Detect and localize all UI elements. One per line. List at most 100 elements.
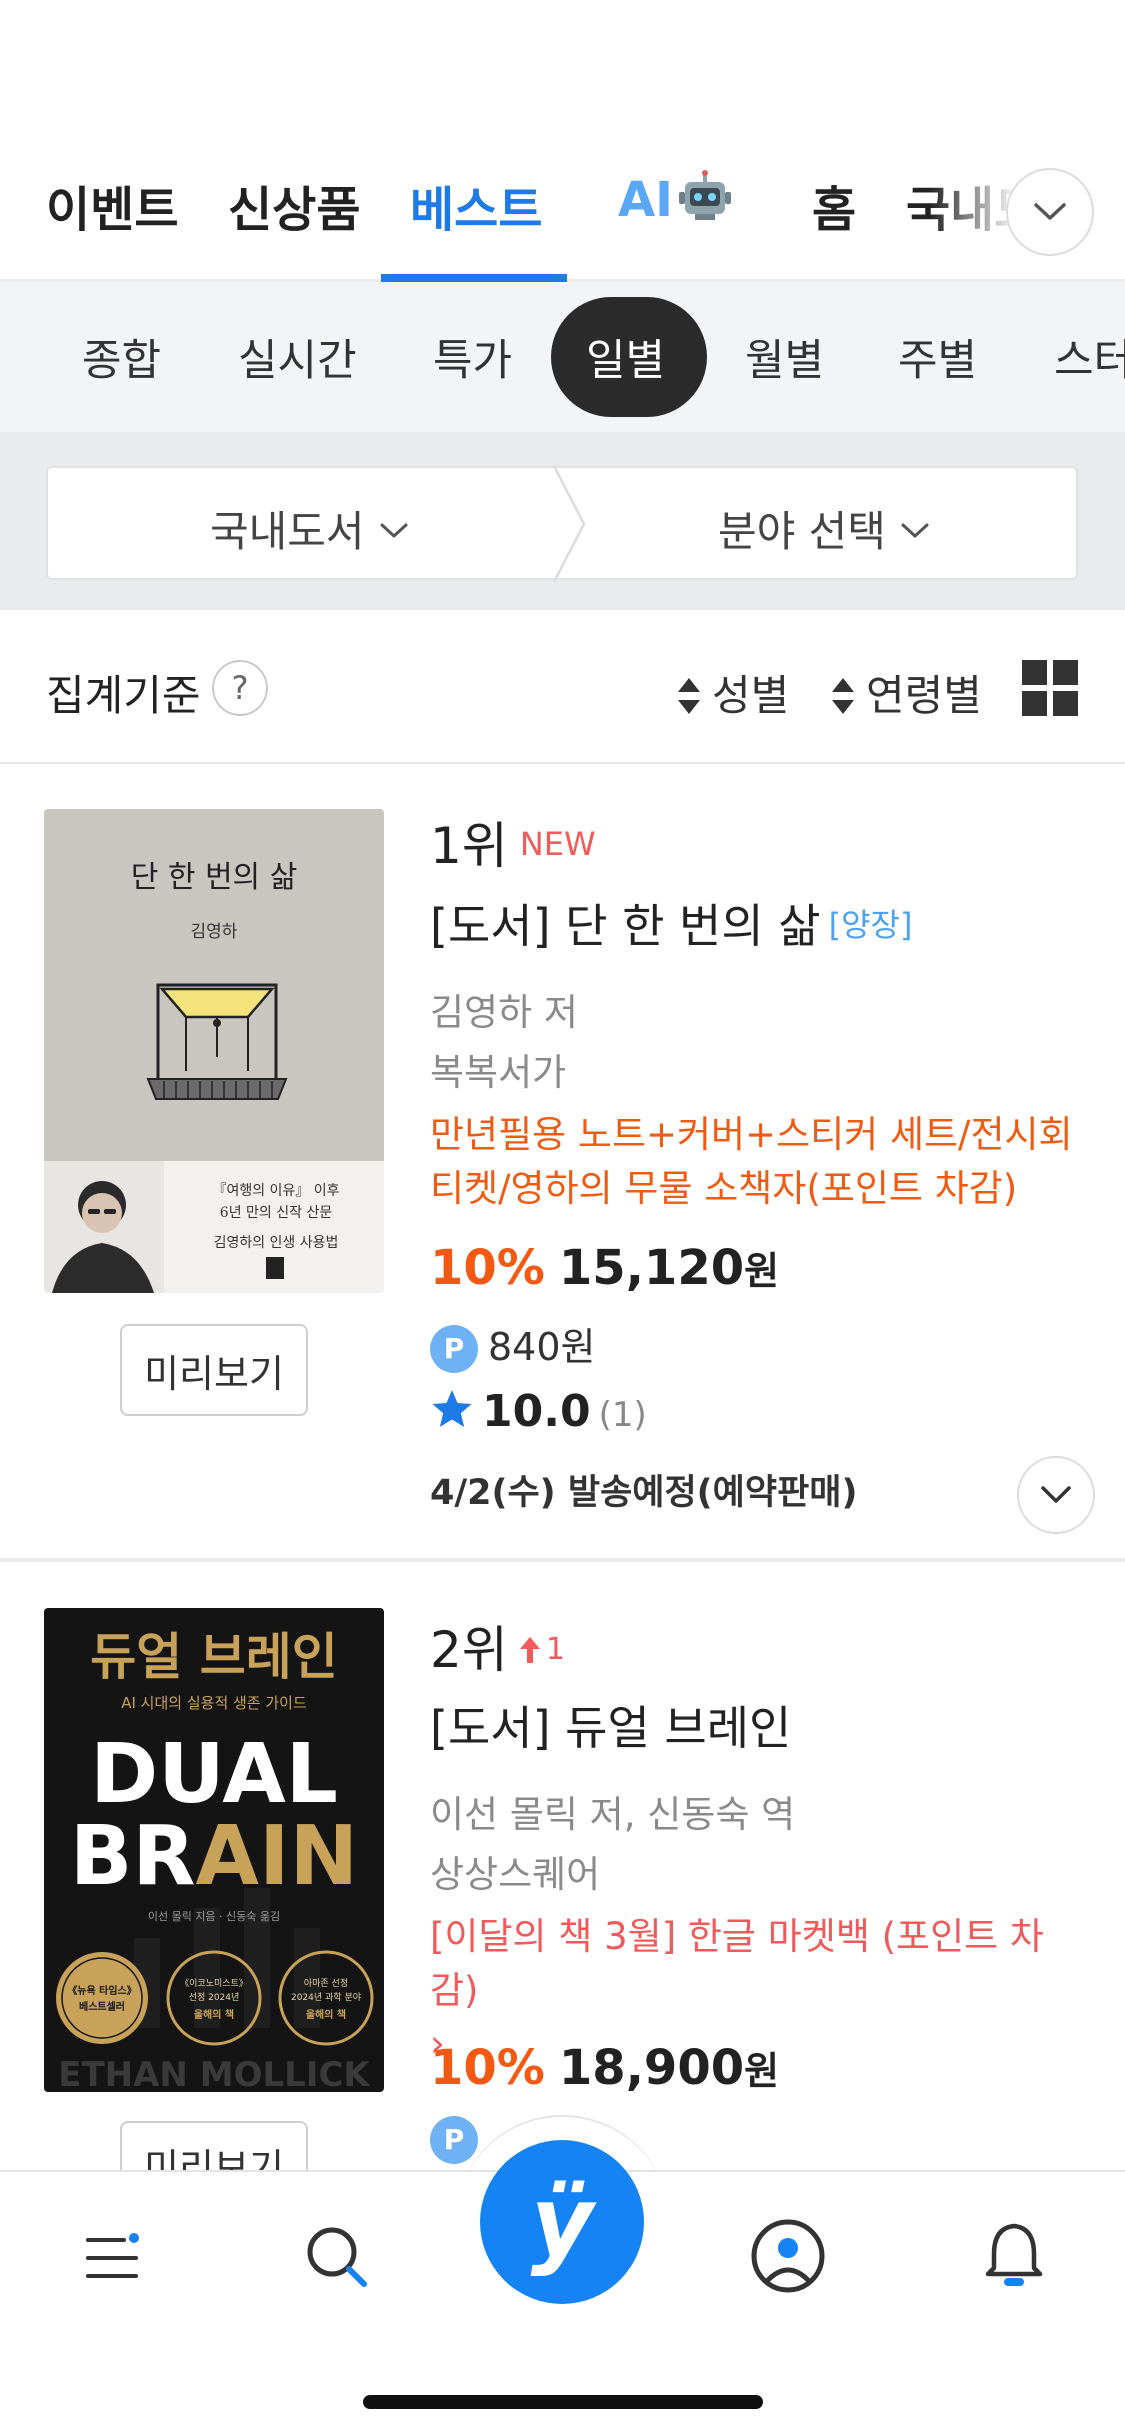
sort-icon <box>832 678 854 714</box>
expand-details-button[interactable] <box>1017 1456 1095 1534</box>
rank-number: 2위 <box>430 1621 508 1679</box>
book-price: 10% 18,900원 <box>430 2040 1095 2096</box>
aggregation-row: 집계기준 ? 성별 연령별 <box>0 610 1125 764</box>
tab-new-products[interactable]: 신상품 <box>228 170 360 240</box>
book-cover-art: 듀얼 브레인 AI 시대의 실용적 생존 가이드 DUAL BRAIN 이선 몰… <box>44 1608 384 2092</box>
currency-unit: 원 <box>744 1249 780 1293</box>
point-icon: P <box>430 2116 478 2164</box>
cover-title-line1: DUAL <box>90 1727 338 1822</box>
cover-seal-2-line-3: 올해의 책 <box>194 2008 234 2021</box>
cover-author: 김영하 <box>191 922 238 942</box>
rank-change: 1 <box>518 1632 565 1667</box>
cover-tagline-3: 김영하의 인생 사용법 <box>214 1235 339 1251</box>
cover-seal-2-line-1: 《이코노미스트》 <box>180 1978 248 1989</box>
binding-badge: [양장] <box>828 906 913 944</box>
sort-gender-label: 성별 <box>712 671 790 720</box>
point-amount: 840원 <box>488 1325 596 1369</box>
cover-seal-1-line-1: 《뉴욕 타임스》 <box>67 1984 136 1997</box>
point-icon: P <box>430 1325 478 1373</box>
chevron-down-icon <box>901 523 929 538</box>
chevron-down-icon <box>380 523 408 538</box>
active-tab-indicator <box>381 274 567 282</box>
book-promo[interactable]: 만년필용 노트+커버+스티커 세트/전시회 티켓/영하의 무물 소책자(포인트 … <box>430 1108 1080 1215</box>
field-select[interactable]: 분야 선택 <box>718 498 930 559</box>
sort-icon <box>678 678 700 714</box>
cover-tagline-2: 6년 만의 신작 산문 <box>220 1205 333 1221</box>
book-cover[interactable]: 단 한 번의 삶 김영하 『여행의 이유』 이후 6년 만의 신작 산문 김영하… <box>44 809 384 1293</box>
filter-area: 국내도서 분야 선택 <box>0 432 1125 610</box>
cover-author-line: ETHAN MOLLICK <box>58 2055 371 2092</box>
period-tab-daily[interactable]: 일별 <box>586 326 665 388</box>
book-price: 10% 15,120원 <box>430 1240 1095 1296</box>
preview-button[interactable]: 미리보기 <box>120 1324 308 1416</box>
rank-number: 1위 <box>430 817 508 875</box>
book-item[interactable]: 단 한 번의 삶 김영하 『여행의 이유』 이후 6년 만의 신작 산문 김영하… <box>0 764 1125 1562</box>
book-author[interactable]: 김영하 저 <box>430 982 1095 1036</box>
sort-gender[interactable]: 성별 <box>676 662 789 723</box>
period-tab-weekly[interactable]: 주별 <box>898 326 977 388</box>
book-publisher[interactable]: 상상스퀘어 <box>430 1844 1095 1898</box>
sort-age[interactable]: 연령별 <box>830 662 982 723</box>
chevron-down-icon <box>1034 203 1066 220</box>
book-rank: 2위 1 <box>430 1610 1095 1682</box>
cover-seal-1-line-2: 베스트셀러 <box>79 2000 125 2013</box>
review-count: (1) <box>598 1395 647 1435</box>
star-icon <box>432 1390 472 1427</box>
book-title[interactable]: [도서] 단 한 번의 삶 <box>430 899 821 953</box>
profile-icon[interactable] <box>750 2218 826 2294</box>
book-cover[interactable]: 듀얼 브레인 AI 시대의 실용적 생존 가이드 DUAL BRAIN 이선 몰… <box>44 1608 384 2092</box>
tab-ai[interactable]: AI <box>618 170 733 228</box>
category-select[interactable]: 국내도서 <box>210 498 409 559</box>
tab-ai-label: AI <box>618 172 674 228</box>
period-tab-steady[interactable]: 스터 <box>1054 326 1125 388</box>
filter-box: 국내도서 분야 선택 <box>46 466 1078 582</box>
book-publisher[interactable]: 복복서가 <box>430 1042 1095 1096</box>
book-rating[interactable]: 10.0 (1) <box>430 1386 1095 1437</box>
cover-seal-3-line-2: 2024년 과학 분야 <box>291 1992 361 2003</box>
tab-best[interactable]: 베스트 <box>410 170 542 240</box>
book-points: P 840원 <box>430 1316 1095 1373</box>
cover-tagline-1: 『여행의 이유』 이후 <box>212 1183 339 1199</box>
book-info: 2위 1 <box>430 1610 1095 1682</box>
field-select-label: 분야 선택 <box>718 507 886 556</box>
robot-icon <box>679 170 732 220</box>
period-tab-special[interactable]: 특가 <box>433 326 512 388</box>
period-tab-monthly[interactable]: 월별 <box>745 326 824 388</box>
period-tab-overall[interactable]: 종합 <box>82 326 161 388</box>
expand-tabs-button[interactable] <box>1006 168 1094 256</box>
tab-event[interactable]: 이벤트 <box>46 170 178 240</box>
book-author[interactable]: 이선 몰릭 저, 신동숙 역 <box>430 1784 1095 1838</box>
category-select-label: 국내도서 <box>210 507 365 556</box>
rank-change-value: 1 <box>545 1632 565 1667</box>
cover-subtitle: AI 시대의 실용적 생존 가이드 <box>121 1694 307 1712</box>
menu-icon[interactable] <box>84 2228 144 2288</box>
sale-price: 18,900 <box>558 2040 745 2096</box>
book-item[interactable]: 듀얼 브레인 AI 시대의 실용적 생존 가이드 DUAL BRAIN 이선 몰… <box>0 1566 1125 2191</box>
cover-korean-title: 듀얼 브레인 <box>90 1627 337 1686</box>
book-cover-art: 단 한 번의 삶 김영하 『여행의 이유』 이후 6년 만의 신작 산문 김영하… <box>44 809 384 1293</box>
yes24-home-icon: ÿ <box>531 2167 597 2277</box>
cover-title: 단 한 번의 삶 <box>131 860 298 895</box>
book-title-line[interactable]: [도서] 듀얼 브레인 <box>430 1692 1095 1758</box>
help-icon[interactable]: ? <box>212 660 268 716</box>
search-icon[interactable] <box>304 2224 370 2290</box>
arrow-up-icon <box>519 1637 540 1663</box>
yes24-home-button[interactable]: ÿ <box>480 2140 644 2304</box>
breadcrumb-separator <box>552 466 586 582</box>
rating-score: 10.0 <box>482 1386 591 1437</box>
currency-unit: 원 <box>744 2049 780 2093</box>
book-title-line[interactable]: [도서] 단 한 번의 삶 [양장] <box>430 890 1095 956</box>
aggregation-label: 집계기준 <box>46 671 201 720</box>
period-tabs: 종합 실시간 특가 일별 월별 주별 스터 <box>0 282 1125 432</box>
notification-icon[interactable] <box>984 2220 1044 2290</box>
book-title[interactable]: [도서] 듀얼 브레인 <box>430 1692 1095 1758</box>
discount-rate: 10% <box>430 1240 545 1296</box>
grid-view-icon[interactable] <box>1022 660 1078 716</box>
tab-home[interactable]: 홈 <box>812 170 856 240</box>
cover-title-line2: BRAIN <box>70 1809 358 1904</box>
sort-age-label: 연령별 <box>866 671 982 720</box>
svg-text:ÿ: ÿ <box>531 2167 597 2277</box>
cover-seal-2-line-2: 선정 2024년 <box>189 1992 240 2003</box>
chevron-down-icon <box>1041 1486 1071 1503</box>
period-tab-realtime[interactable]: 실시간 <box>238 326 357 388</box>
